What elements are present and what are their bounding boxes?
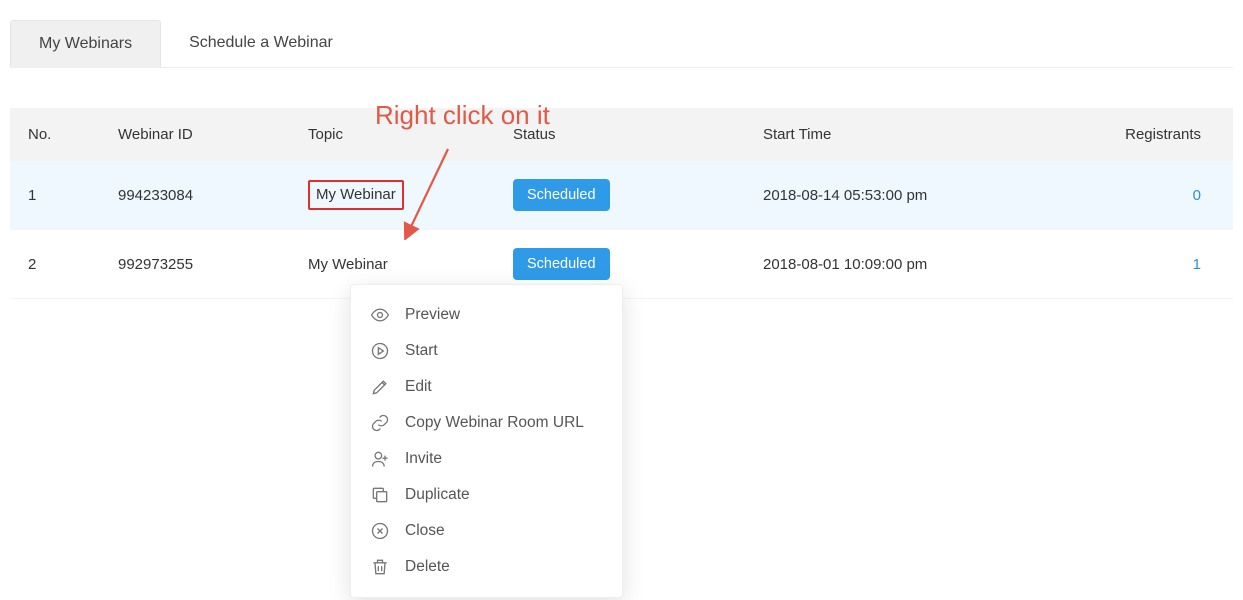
status-badge: Scheduled — [513, 179, 610, 211]
cell-start-time: 2018-08-01 10:09:00 pm — [763, 256, 1113, 273]
col-status-header: Status — [513, 126, 763, 143]
cell-start-time: 2018-08-14 05:53:00 pm — [763, 187, 1113, 204]
col-webinar-id-header: Webinar ID — [118, 126, 308, 143]
cell-no: 1 — [28, 187, 118, 204]
menu-copy-url[interactable]: Copy Webinar Room URL — [361, 405, 592, 441]
menu-label: Start — [405, 342, 438, 360]
copy-icon — [369, 484, 391, 506]
cell-registrants: 0 — [1113, 187, 1215, 204]
status-badge: Scheduled — [513, 248, 610, 280]
menu-invite[interactable]: Invite — [361, 441, 592, 477]
cell-status: Scheduled — [513, 248, 763, 280]
cell-no: 2 — [28, 256, 118, 273]
play-icon — [369, 340, 391, 362]
registrants-link[interactable]: 1 — [1193, 256, 1201, 273]
registrants-link[interactable]: 0 — [1193, 187, 1201, 204]
menu-label: Copy Webinar Room URL — [405, 414, 584, 432]
tab-schedule-webinar[interactable]: Schedule a Webinar — [161, 20, 361, 67]
tab-my-webinars[interactable]: My Webinars — [10, 20, 161, 67]
col-start-time-header: Start Time — [763, 126, 1113, 143]
pencil-icon — [369, 376, 391, 398]
webinar-context-menu: Preview Start Edit Copy Webinar Room URL… — [350, 284, 623, 598]
topic-link[interactable]: My Webinar — [308, 256, 388, 273]
link-icon — [369, 412, 391, 434]
cell-id: 992973255 — [118, 256, 308, 273]
col-registrants-header: Registrants — [1113, 126, 1215, 143]
menu-label: Edit — [405, 378, 432, 396]
cell-status: Scheduled — [513, 179, 763, 211]
table-row[interactable]: 1 994233084 My Webinar Scheduled 2018-08… — [10, 161, 1233, 230]
menu-delete[interactable]: Delete — [361, 549, 592, 585]
cell-registrants: 1 — [1113, 256, 1215, 273]
cell-topic[interactable]: My Webinar — [308, 180, 513, 210]
menu-label: Duplicate — [405, 486, 470, 504]
eye-icon — [369, 304, 391, 326]
topic-link-highlighted[interactable]: My Webinar — [308, 180, 404, 210]
menu-label: Invite — [405, 450, 442, 468]
col-topic-header: Topic — [308, 126, 513, 143]
menu-label: Preview — [405, 306, 460, 324]
menu-edit[interactable]: Edit — [361, 369, 592, 405]
col-no-header: No. — [28, 126, 118, 143]
table-header-row: No. Webinar ID Topic Status Start Time R… — [10, 108, 1233, 161]
menu-label: Delete — [405, 558, 450, 576]
close-circle-icon — [369, 520, 391, 542]
webinar-table: No. Webinar ID Topic Status Start Time R… — [10, 108, 1233, 299]
cell-topic[interactable]: My Webinar — [308, 256, 513, 273]
user-plus-icon — [369, 448, 391, 470]
menu-duplicate[interactable]: Duplicate — [361, 477, 592, 513]
tabs-bar: My Webinars Schedule a Webinar — [10, 20, 1233, 68]
trash-icon — [369, 556, 391, 578]
cell-id: 994233084 — [118, 187, 308, 204]
menu-start[interactable]: Start — [361, 333, 592, 369]
menu-preview[interactable]: Preview — [361, 297, 592, 333]
menu-label: Close — [405, 522, 445, 540]
menu-close[interactable]: Close — [361, 513, 592, 549]
